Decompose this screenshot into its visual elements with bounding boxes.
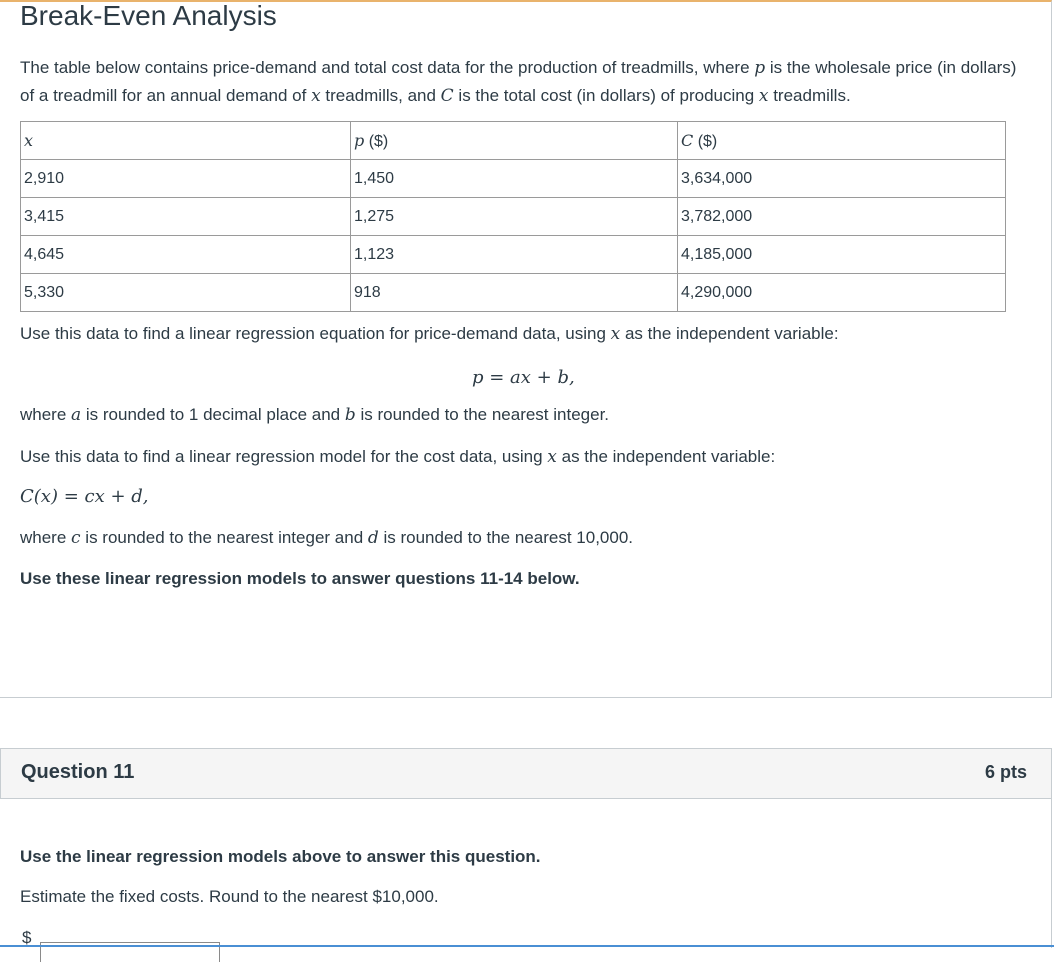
table-cell: 4,645	[20, 235, 351, 274]
text-span: Use this data to find a linear regressio…	[20, 447, 548, 466]
cost-equation: C(x) = cx + d,	[20, 486, 149, 507]
question-title: Question 11	[21, 761, 135, 783]
intro-text-1: The table below contains price-demand an…	[20, 58, 755, 77]
table-cell: 5,330	[20, 273, 351, 312]
table-cell: 3,634,000	[677, 159, 1006, 198]
header-var: p	[354, 130, 365, 150]
table-cell: 1,123	[350, 235, 678, 274]
table-cell: 1,450	[350, 159, 678, 198]
text-span: Use this data to find a linear regressio…	[20, 324, 611, 343]
question-instruction: Use the linear regression models above t…	[20, 847, 541, 866]
table-row: 3,415 1,275 3,782,000	[20, 197, 1006, 236]
price-demand-instruction: Use this data to find a linear regressio…	[20, 324, 839, 344]
table-cell: 4,185,000	[677, 235, 1006, 274]
text-span: where	[20, 405, 72, 424]
header-var: C	[681, 130, 694, 150]
intro-text-4: is the total cost (in dollars) of produc…	[453, 86, 759, 105]
var-a: a	[71, 405, 82, 425]
question-header: Question 11 6 pts	[0, 748, 1052, 799]
table-header-x: x	[20, 121, 351, 160]
table-row: 5,330 918 4,290,000	[20, 273, 1006, 312]
var-x: x	[311, 86, 321, 106]
table-cell: 3,782,000	[677, 197, 1006, 236]
page-title: Break-Even Analysis	[20, 0, 277, 31]
text-span: as the independent variable:	[620, 324, 839, 343]
table-header-p: p ($)	[350, 121, 678, 160]
text-span: is rounded to 1 decimal place and	[81, 405, 345, 424]
question-points: 6 pts	[984, 762, 1027, 782]
var-p: p	[754, 58, 766, 78]
table-row: 4,645 1,123 4,185,000	[20, 235, 1006, 274]
rounding-note-1: where a is rounded to 1 decimal place an…	[20, 405, 609, 425]
table-cell: 4,290,000	[677, 273, 1006, 312]
rounding-note-2: where c is rounded to the nearest intege…	[20, 528, 633, 548]
models-note: Use these linear regression models to an…	[20, 569, 580, 588]
question-body	[0, 799, 1052, 948]
focus-underline	[0, 945, 1054, 947]
var-d: d	[367, 528, 379, 548]
table-cell: 918	[350, 273, 678, 312]
cost-instruction: Use this data to find a linear regressio…	[20, 447, 775, 467]
table-cell: 2,910	[20, 159, 351, 198]
text-span: as the independent variable:	[556, 447, 776, 466]
intro-text-5: treadmills.	[768, 86, 851, 105]
intro-paragraph: The table below contains price-demand an…	[20, 54, 1020, 110]
table-header-row: x p ($) C ($)	[20, 121, 1006, 160]
header-var: x	[24, 130, 34, 150]
text-span: is rounded to the nearest integer.	[355, 405, 610, 424]
table-cell: 3,415	[20, 197, 351, 236]
table-row: 2,910 1,450 3,634,000	[20, 159, 1006, 198]
data-table: x p ($) C ($) 2,910 1,450 3,634,000 3,41…	[20, 121, 1006, 312]
var-x: x	[610, 324, 621, 344]
question-prompt: Estimate the fixed costs. Round to the n…	[20, 887, 439, 906]
intro-text-3: treadmills, and	[320, 86, 441, 105]
var-c-cap: C	[440, 86, 454, 106]
var-b: b	[344, 405, 356, 425]
price-demand-equation: p = ax + b,	[472, 367, 575, 388]
text-span: is rounded to the nearest 10,000.	[378, 528, 634, 547]
var-c: c	[71, 528, 81, 548]
table-cell: 1,275	[350, 197, 678, 236]
text-span: is rounded to the nearest integer and	[80, 528, 368, 547]
header-unit: ($)	[364, 132, 389, 150]
var-x: x	[547, 447, 557, 467]
text-span: where	[20, 528, 72, 547]
header-unit: ($)	[693, 132, 718, 150]
table-header-c: C ($)	[677, 121, 1006, 160]
